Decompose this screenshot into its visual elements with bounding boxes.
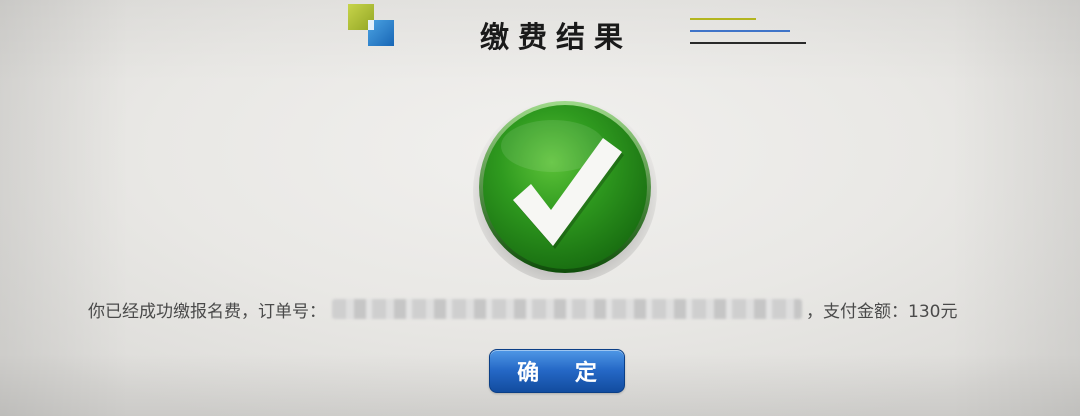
decoration-line-yellow: [690, 18, 756, 20]
logo-icon: [348, 4, 398, 48]
check-circle-icon: [473, 99, 657, 280]
logo-overlap: [368, 20, 374, 30]
page-title: 缴费结果: [480, 20, 633, 54]
message-prefix: 你已经成功缴报名费，订单号：: [88, 301, 326, 322]
title-decoration-lines: [690, 16, 810, 46]
decoration-line-blue: [690, 30, 790, 32]
message-suffix: ，支付金额：130元: [806, 301, 958, 322]
decoration-line-dark: [690, 42, 806, 44]
order-number-redacted: [332, 299, 802, 319]
confirm-button[interactable]: 确 定: [489, 349, 625, 393]
payment-result-message: 你已经成功缴报名费，订单号： ，支付金额：130元: [88, 294, 1028, 324]
